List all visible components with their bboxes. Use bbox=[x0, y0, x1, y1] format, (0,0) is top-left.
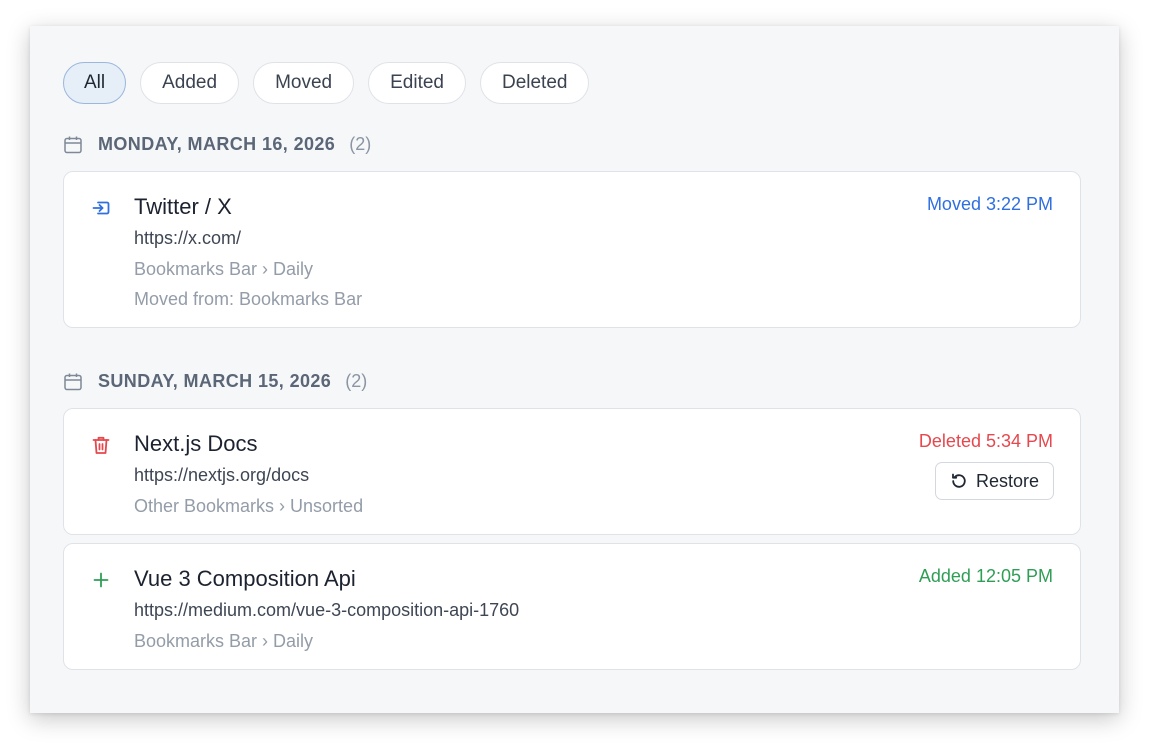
item-status: Deleted 5:34 PM bbox=[918, 431, 1053, 451]
day-count: (2) bbox=[345, 371, 368, 391]
trash-icon bbox=[92, 436, 110, 454]
item-path: Bookmarks Bar › Daily bbox=[134, 631, 314, 651]
item-url[interactable]: https://x.com/ bbox=[134, 228, 241, 249]
filter-added-button[interactable]: Added bbox=[140, 62, 240, 104]
item-path: Other Bookmarks › Unsorted bbox=[134, 496, 364, 516]
filter-edited-button[interactable]: Edited bbox=[368, 62, 466, 104]
filter-deleted-button[interactable]: Deleted bbox=[479, 62, 590, 104]
history-panel: All Added Moved Edited Deleted MONDAY, M… bbox=[30, 26, 1119, 713]
restore-button[interactable]: Restore bbox=[934, 462, 1054, 500]
item-title: Vue 3 Composition Api bbox=[134, 566, 356, 591]
filter-bar: All Added Moved Edited Deleted bbox=[63, 62, 590, 104]
item-path: Bookmarks Bar › Daily bbox=[134, 259, 314, 279]
history-item[interactable]: Twitter / X https://x.com/ Bookmarks Bar… bbox=[63, 171, 1081, 328]
item-title: Twitter / X bbox=[134, 194, 232, 219]
day-count: (2) bbox=[349, 134, 372, 154]
item-url[interactable]: https://nextjs.org/docs bbox=[134, 465, 309, 486]
calendar-icon bbox=[64, 373, 82, 390]
day-header: MONDAY, MARCH 16, 2026 (2) bbox=[63, 134, 371, 155]
filter-moved-button[interactable]: Moved bbox=[253, 62, 355, 104]
item-title: Next.js Docs bbox=[134, 431, 258, 456]
history-item[interactable]: Next.js Docs https://nextjs.org/docs Oth… bbox=[63, 408, 1081, 535]
move-in-icon bbox=[92, 201, 110, 215]
item-url[interactable]: https://medium.com/vue-3-composition-api… bbox=[134, 600, 519, 621]
plus-icon bbox=[93, 572, 109, 588]
day-header: SUNDAY, MARCH 15, 2026 (2) bbox=[63, 371, 367, 392]
restore-icon bbox=[952, 473, 966, 488]
day-date: MONDAY, MARCH 16, 2026 bbox=[98, 134, 336, 154]
item-moved-from: Moved from: Bookmarks Bar bbox=[134, 289, 363, 309]
day-date: SUNDAY, MARCH 15, 2026 bbox=[98, 371, 332, 391]
filter-all-button[interactable]: All bbox=[63, 62, 127, 104]
history-item[interactable]: Vue 3 Composition Api https://medium.com… bbox=[63, 543, 1081, 670]
calendar-icon bbox=[64, 136, 82, 153]
item-status: Added 12:05 PM bbox=[918, 566, 1053, 586]
restore-label: Restore bbox=[975, 470, 1039, 491]
item-status: Moved 3:22 PM bbox=[926, 194, 1053, 214]
